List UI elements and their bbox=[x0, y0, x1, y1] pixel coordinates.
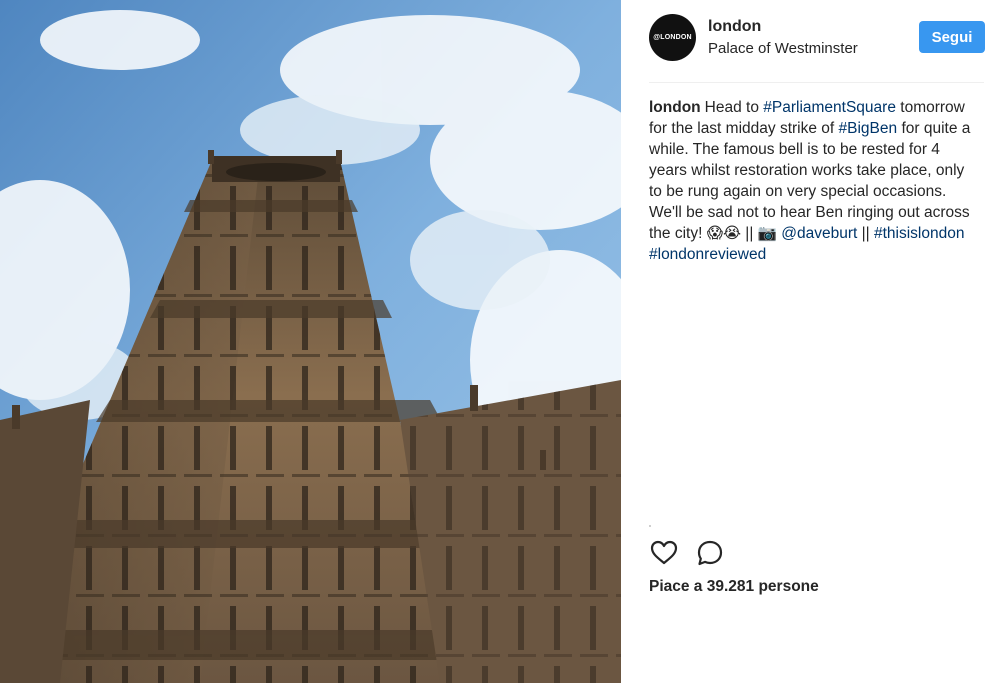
big-ben-photo bbox=[0, 0, 621, 683]
caption-username[interactable]: london bbox=[649, 99, 701, 116]
username-link[interactable]: london bbox=[708, 18, 761, 36]
caption-text: Head to #ParliamentSquare tomorrow for t… bbox=[649, 99, 970, 263]
hashtag-link[interactable]: #londonreviewed bbox=[649, 246, 766, 263]
separator-dot bbox=[649, 525, 651, 527]
caption-text-segment: || bbox=[857, 225, 874, 242]
hashtag-link[interactable]: #ParliamentSquare bbox=[763, 99, 896, 116]
post-details-panel: @LONDON london Palace of Westminster Seg… bbox=[621, 0, 1000, 683]
post-photo[interactable] bbox=[0, 0, 621, 683]
post-header: @LONDON london Palace of Westminster Seg… bbox=[649, 14, 985, 82]
heart-icon bbox=[650, 540, 678, 565]
comment-button[interactable] bbox=[695, 538, 725, 568]
header-divider bbox=[649, 82, 984, 83]
speech-bubble-icon bbox=[697, 540, 723, 566]
location-link[interactable]: Palace of Westminster bbox=[708, 40, 858, 57]
hashtag-link[interactable]: #BigBen bbox=[839, 120, 898, 137]
caption-text-segment: for quite a while. The famous bell is to… bbox=[649, 120, 971, 242]
avatar[interactable]: @LONDON bbox=[649, 14, 696, 61]
post-caption: london Head to #ParliamentSquare tomorrow… bbox=[649, 97, 974, 265]
likes-count[interactable]: Piace a 39.281 persone bbox=[649, 578, 819, 596]
caption-text-segment: Head to bbox=[704, 99, 764, 116]
mention-link[interactable]: @daveburt bbox=[781, 225, 857, 242]
like-button[interactable] bbox=[649, 538, 679, 568]
hashtag-link[interactable]: #thisislondon bbox=[874, 225, 964, 242]
follow-button[interactable]: Segui bbox=[919, 21, 985, 53]
